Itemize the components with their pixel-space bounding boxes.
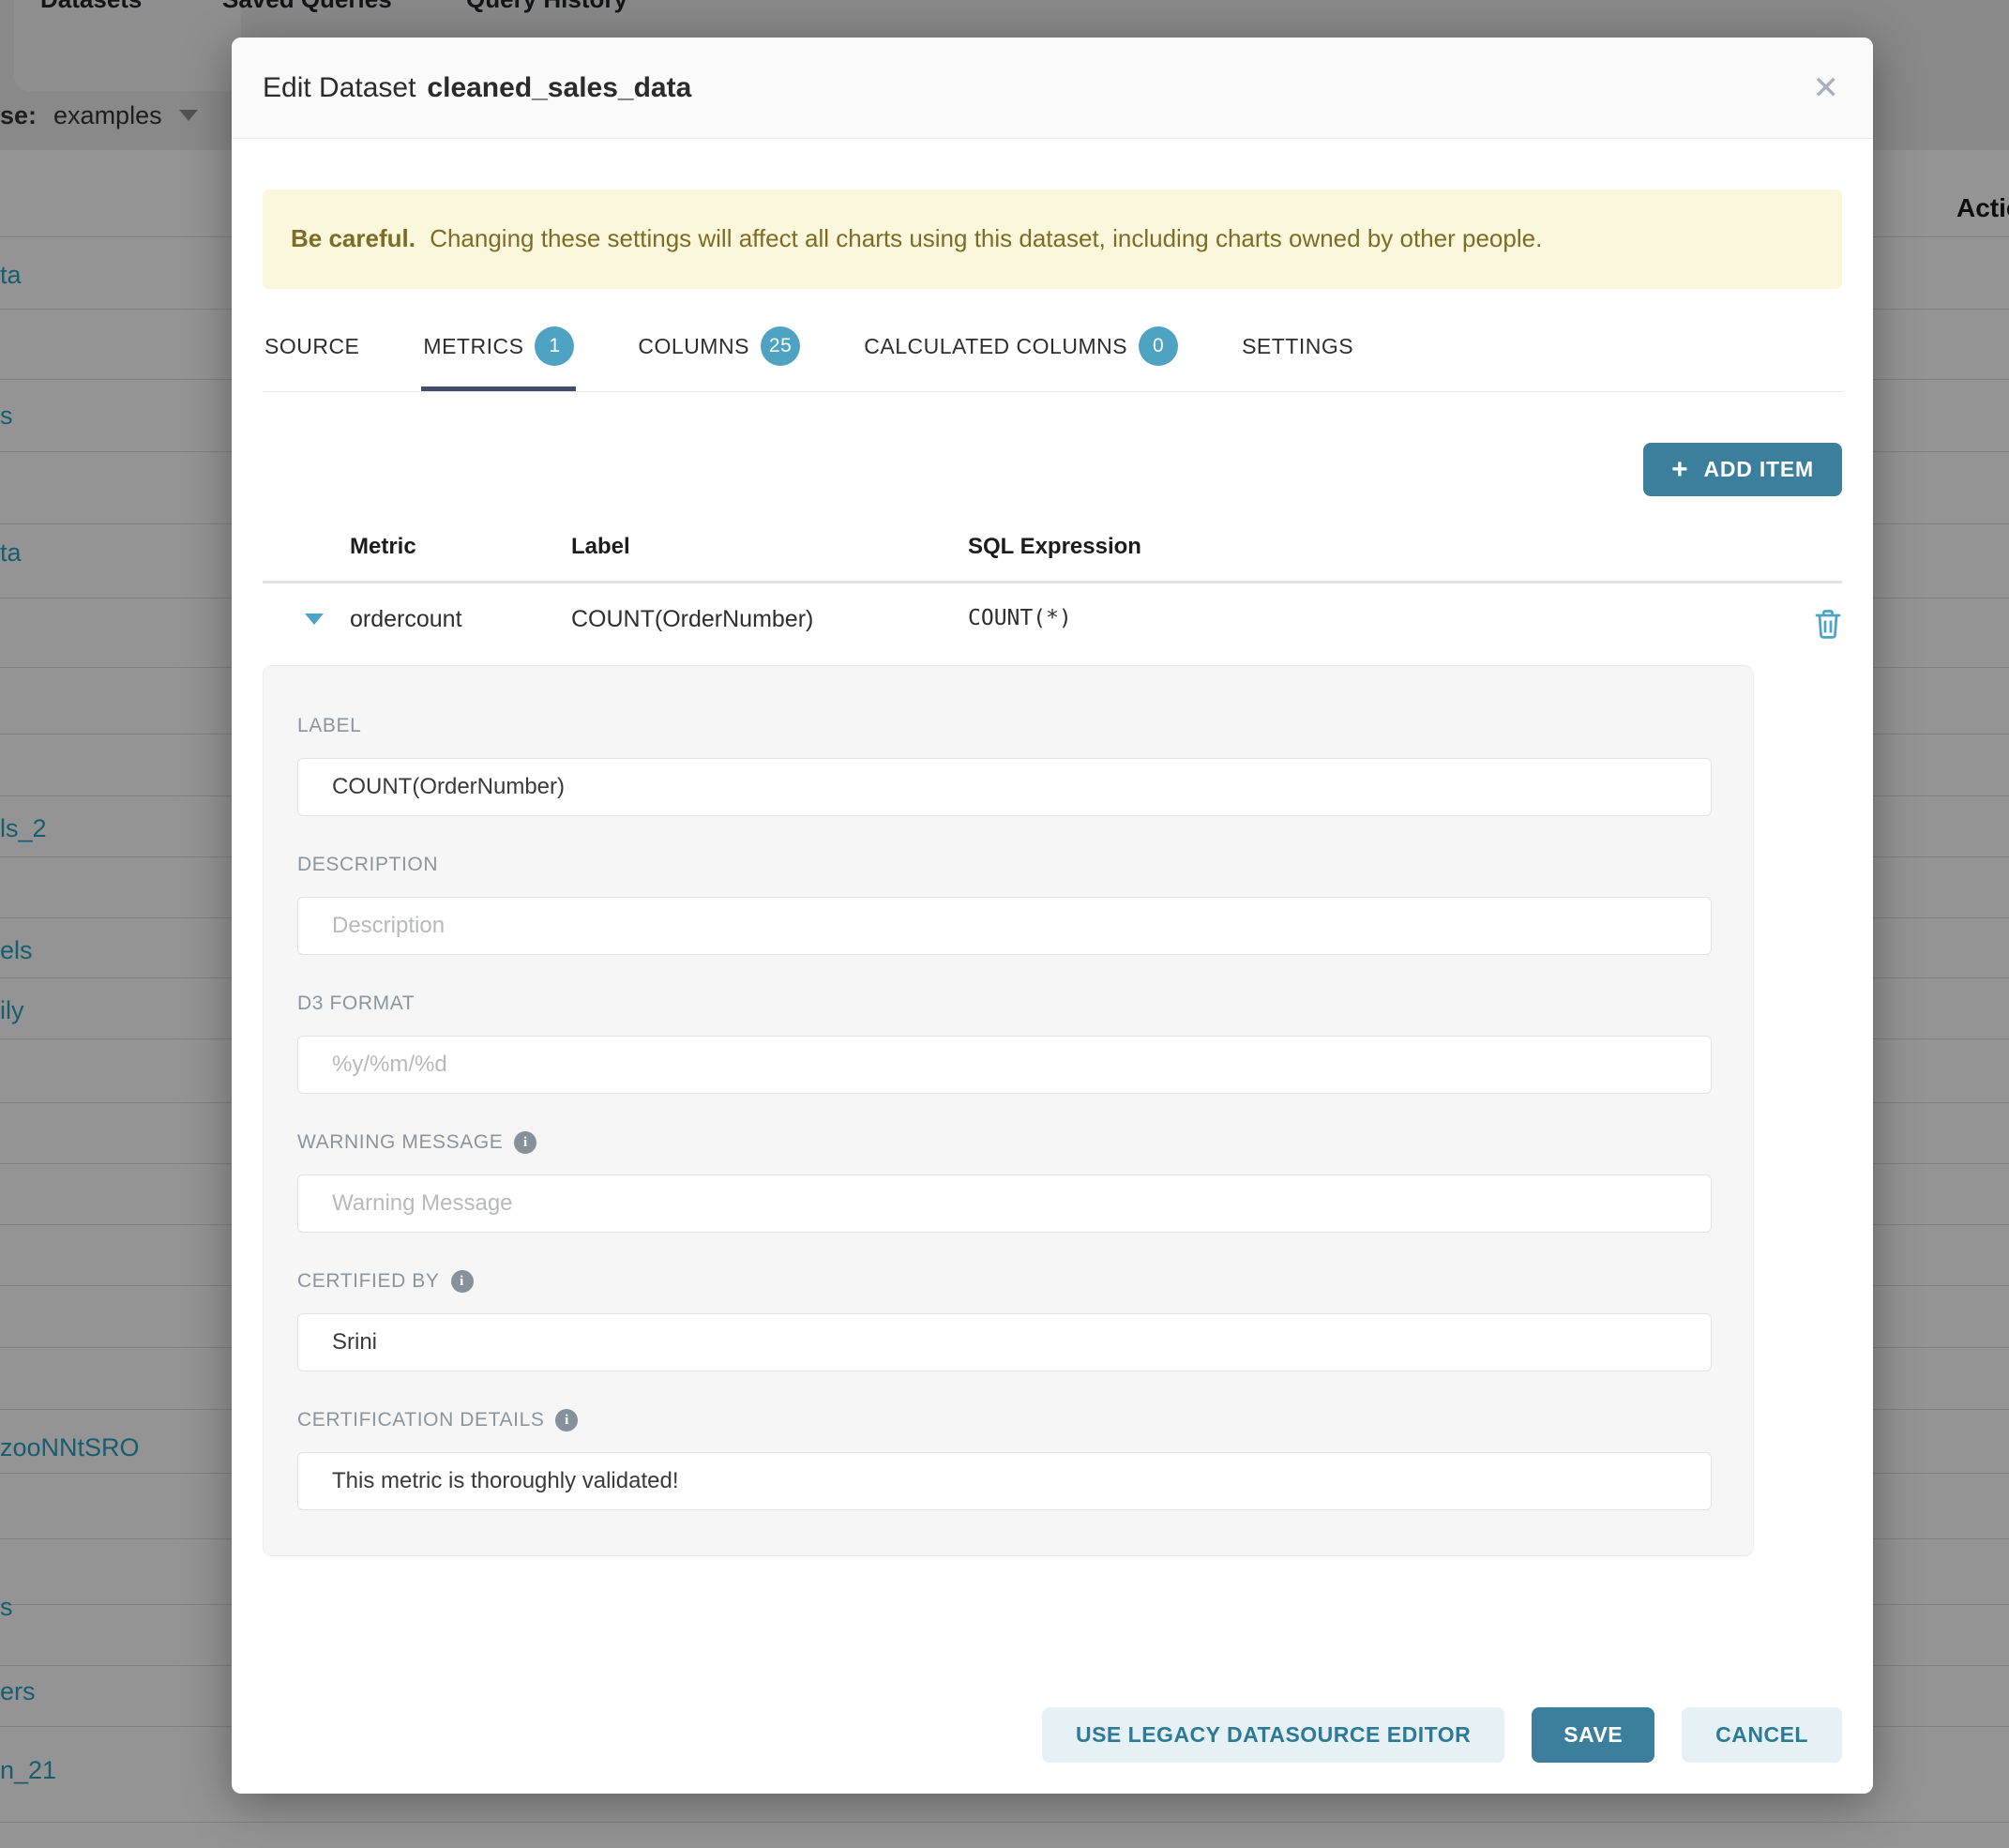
modal-title-prefix: Edit Dataset — [263, 72, 415, 104]
description-input[interactable] — [297, 897, 1712, 955]
d3-format-field-group: D3 FORMAT — [297, 992, 1712, 1094]
label-input[interactable] — [297, 758, 1712, 816]
tab-label: METRICS — [423, 334, 523, 359]
caret-down-icon[interactable] — [305, 613, 324, 625]
info-icon[interactable]: i — [555, 1409, 578, 1431]
metric-row: ordercountCOUNT(OrderNumber)COUNT(*) — [263, 583, 1842, 646]
trash-icon[interactable] — [1814, 608, 1842, 646]
certification-details-input[interactable] — [297, 1452, 1712, 1510]
tab-label: SETTINGS — [1242, 334, 1353, 359]
add-item-label: ADD ITEM — [1703, 457, 1814, 482]
label-field-group: LABEL — [297, 715, 1712, 816]
warning-message-field-group: WARNING MESSAGE i — [297, 1131, 1712, 1233]
field-label-text: CERTIFICATION DETAILS — [297, 1409, 544, 1431]
d3-format-input[interactable] — [297, 1036, 1712, 1094]
modal-footer: USE LEGACY DATASOURCE EDITOR SAVE CANCEL — [1042, 1707, 1842, 1763]
tab-count-badge: 1 — [535, 326, 574, 366]
certification-details-field-group: CERTIFICATION DETAILS i — [297, 1409, 1712, 1510]
modal-header: Edit Dataset cleaned_sales_data ✕ — [232, 38, 1873, 139]
metrics-table-body: ordercountCOUNT(OrderNumber)COUNT(*) — [263, 583, 1842, 646]
metrics-table-header: MetricLabelSQL Expression — [263, 534, 1842, 583]
tab-label: COLUMNS — [638, 334, 749, 359]
description-field-group: DESCRIPTION — [297, 854, 1712, 955]
add-item-row: + ADD ITEM — [263, 443, 1842, 496]
column-header-metric: Metric — [350, 534, 571, 560]
field-label-text: DESCRIPTION — [297, 854, 438, 876]
metric-label: COUNT(OrderNumber) — [571, 606, 968, 633]
save-button[interactable]: SAVE — [1532, 1707, 1654, 1763]
label-label: LABEL — [297, 715, 1712, 737]
metrics-table: MetricLabelSQL Expression ordercountCOUN… — [263, 534, 1842, 646]
editor-tabs: SOURCE METRICS 1 COLUMNS 25 CALCULATED COLUMN… — [263, 326, 1842, 392]
field-label-text: CERTIFIED BY — [297, 1270, 440, 1293]
tab-count-badge: 25 — [761, 326, 800, 366]
warning-message-input[interactable] — [297, 1174, 1712, 1233]
tab-metrics[interactable]: METRICS 1 — [421, 326, 576, 391]
metric-name: ordercount — [350, 606, 571, 633]
screen: Datasets Saved Queries Query History se:… — [0, 0, 2009, 1848]
tab-settings[interactable]: SETTINGS — [1240, 326, 1355, 391]
field-label-text: D3 FORMAT — [297, 992, 415, 1015]
cancel-button[interactable]: CANCEL — [1682, 1707, 1842, 1763]
modal-body: Be careful. Changing these settings will… — [232, 189, 1873, 1556]
use-legacy-datasource-editor-button[interactable]: USE LEGACY DATASOURCE EDITOR — [1042, 1707, 1504, 1763]
warning-text: Changing these settings will affect all … — [430, 224, 1542, 252]
metric-sql-expression: COUNT(*) — [968, 606, 1795, 630]
warning-banner: Be careful. Changing these settings will… — [263, 189, 1842, 289]
tab-columns[interactable]: COLUMNS 25 — [636, 326, 802, 391]
close-icon[interactable]: ✕ — [1813, 38, 1840, 139]
certified-by-field-group: CERTIFIED BY i — [297, 1270, 1712, 1371]
warning-bold-text: Be careful. — [291, 224, 415, 252]
certification-details-label: CERTIFICATION DETAILS i — [297, 1409, 1712, 1431]
metric-detail-panel: LABEL DESCRIPTION D3 FORMAT WARNING MESSAGE… — [263, 665, 1754, 1556]
plus-icon: + — [1671, 456, 1688, 484]
d3-format-label: D3 FORMAT — [297, 992, 1712, 1015]
tab-calculated-columns[interactable]: CALCULATED COLUMNS 0 — [862, 326, 1180, 391]
info-icon[interactable]: i — [514, 1131, 536, 1154]
field-label-text: LABEL — [297, 715, 361, 737]
certified-by-label: CERTIFIED BY i — [297, 1270, 1712, 1293]
modal-title-dataset-name: cleaned_sales_data — [427, 72, 691, 104]
add-item-button[interactable]: + ADD ITEM — [1643, 443, 1842, 496]
certified-by-input[interactable] — [297, 1313, 1712, 1371]
tab-label: CALCULATED COLUMNS — [864, 334, 1127, 359]
column-header-sql-expression: SQL Expression — [968, 534, 1795, 560]
tab-source[interactable]: SOURCE — [263, 326, 361, 391]
expand-caret-cell — [263, 606, 350, 625]
warning-message-label: WARNING MESSAGE i — [297, 1131, 1712, 1154]
info-icon[interactable]: i — [451, 1270, 474, 1293]
edit-dataset-modal: Edit Dataset cleaned_sales_data ✕ Be car… — [232, 38, 1873, 1794]
tab-label: SOURCE — [264, 334, 359, 359]
field-label-text: WARNING MESSAGE — [297, 1131, 503, 1154]
tab-count-badge: 0 — [1139, 326, 1178, 366]
column-header-label: Label — [571, 534, 968, 560]
description-label: DESCRIPTION — [297, 854, 1712, 876]
